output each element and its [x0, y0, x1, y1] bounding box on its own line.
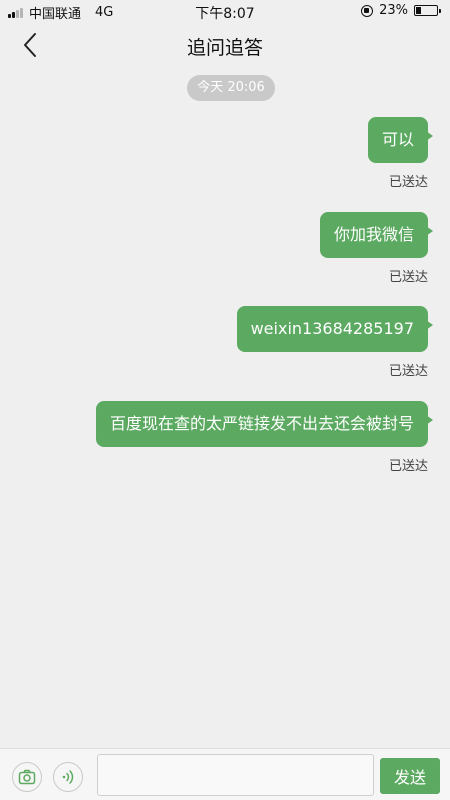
chat-timestamp: 今天 20:06	[187, 75, 275, 101]
camera-icon	[18, 769, 36, 785]
battery-percent: 23%	[379, 3, 408, 18]
page-title: 追问追答	[186, 37, 263, 59]
message-item: weixin13684285197 已送达	[236, 306, 434, 379]
message-item: 百度现在查的太严链接发不出去还会被封号 已送达	[95, 401, 434, 474]
voice-wave-icon	[62, 770, 74, 784]
delivery-status: 已送达	[388, 459, 428, 474]
message-bubble[interactable]: 百度现在查的太严链接发不出去还会被封号	[95, 401, 434, 447]
voice-button[interactable]	[53, 762, 83, 792]
nav-bar: 追问追答	[0, 22, 450, 68]
battery-icon	[414, 5, 441, 16]
status-right: 23%	[361, 3, 441, 18]
message-item: 你加我微信 已送达	[319, 212, 434, 285]
send-button[interactable]: 发送	[380, 758, 440, 794]
delivery-status: 已送达	[388, 175, 428, 190]
message-bubble[interactable]: weixin13684285197	[236, 306, 434, 352]
message-item: 可以 已送达	[367, 117, 434, 190]
message-input[interactable]	[97, 754, 374, 796]
camera-button[interactable]	[12, 762, 42, 792]
message-bubble[interactable]: 可以	[367, 117, 434, 163]
orientation-lock-icon	[361, 4, 374, 17]
message-bubble[interactable]: 你加我微信	[319, 212, 434, 258]
delivery-status: 已送达	[388, 270, 428, 285]
delivery-status: 已送达	[388, 364, 428, 379]
input-bar: 发送	[0, 748, 450, 800]
status-bar: 中国联通 4G 下午8:07 23%	[0, 0, 450, 22]
